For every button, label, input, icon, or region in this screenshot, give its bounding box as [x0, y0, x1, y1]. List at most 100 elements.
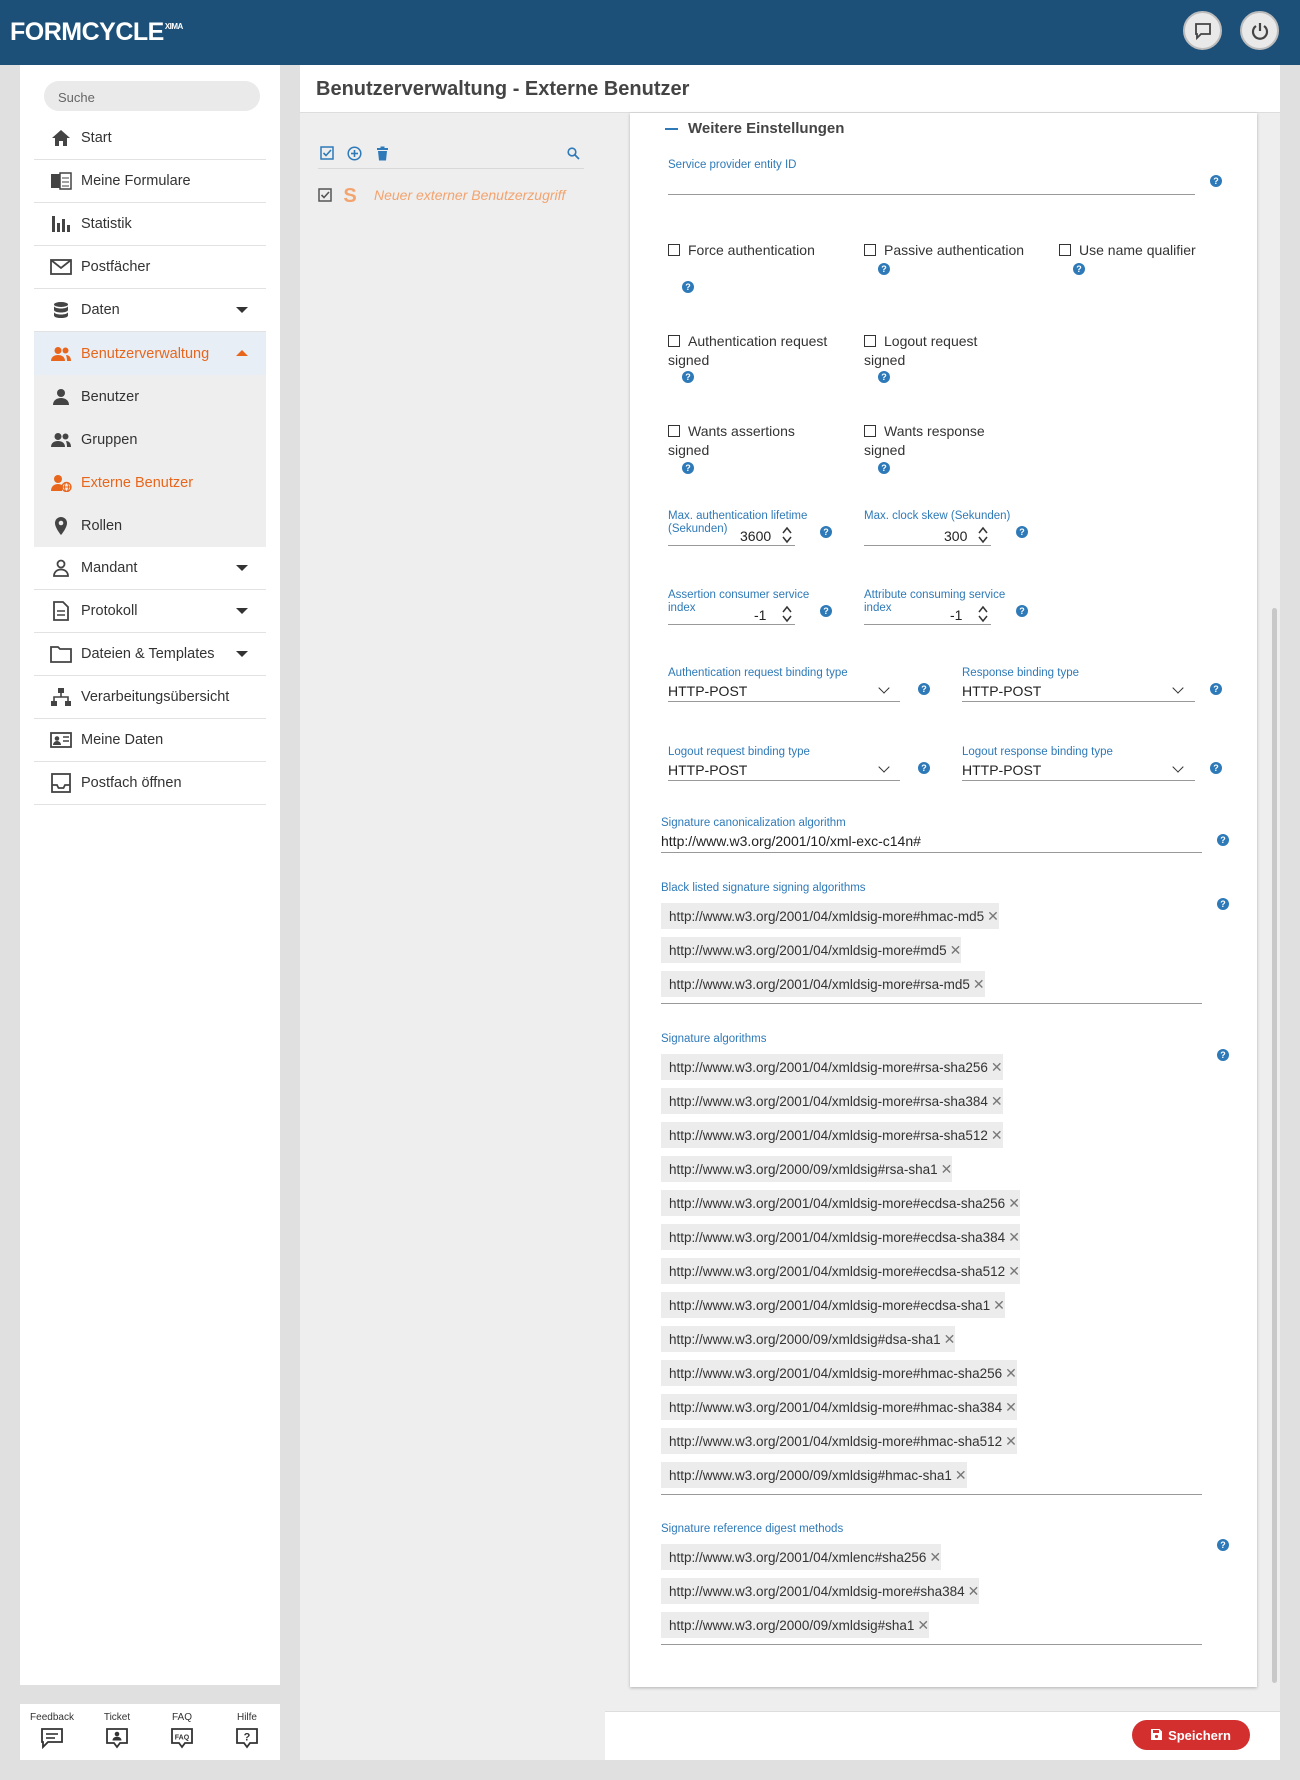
- help-icon[interactable]: ?: [878, 462, 890, 474]
- chevron-down-icon[interactable]: [878, 761, 890, 773]
- search-input[interactable]: Suche: [44, 81, 260, 111]
- sidebar-item-postfach-oeffnen[interactable]: Postfach öffnen: [34, 762, 266, 805]
- chip[interactable]: http://www.w3.org/2000/09/xmldsig#sha1 ✕: [661, 1612, 930, 1638]
- remove-icon[interactable]: ✕: [1008, 1229, 1020, 1246]
- help-icon[interactable]: ?: [1217, 898, 1229, 910]
- sidebar-item-start[interactable]: Start: [34, 117, 266, 160]
- remove-icon[interactable]: ✕: [991, 1093, 1003, 1110]
- use-name-qualifier-checkbox[interactable]: Use name qualifier: [1059, 241, 1239, 260]
- resp-binding-value[interactable]: HTTP-POST: [962, 683, 1041, 699]
- chip[interactable]: http://www.w3.org/2001/04/xmldsig-more#r…: [661, 1088, 1003, 1114]
- help-icon[interactable]: ?: [878, 263, 890, 275]
- help-icon[interactable]: ?: [682, 281, 694, 293]
- sidebar-item-daten[interactable]: Daten: [34, 289, 266, 332]
- sp-entity-id-input[interactable]: [668, 194, 1195, 195]
- attr-index-input[interactable]: [864, 624, 991, 625]
- auth-request-signed-checkbox[interactable]: Authentication request signed: [668, 332, 843, 370]
- chip[interactable]: http://www.w3.org/2001/04/xmldsig-more#m…: [661, 937, 962, 963]
- chat-button[interactable]: [1183, 11, 1222, 50]
- chip[interactable]: http://www.w3.org/2001/04/xmldsig-more#r…: [661, 971, 985, 997]
- help-icon[interactable]: ?: [682, 371, 694, 383]
- checkbox-checked-icon[interactable]: [318, 188, 332, 202]
- select-all-icon[interactable]: [320, 146, 334, 160]
- chevron-down-icon[interactable]: [1172, 682, 1184, 694]
- help-icon[interactable]: ?: [918, 762, 930, 774]
- faq-button[interactable]: FAQ FAQ: [157, 1712, 207, 1752]
- help-icon[interactable]: ?: [1210, 175, 1222, 187]
- chip[interactable]: http://www.w3.org/2001/04/xmldsig-more#h…: [661, 1360, 1017, 1386]
- sig-canon-input[interactable]: [661, 852, 1202, 853]
- wants-assertions-signed-checkbox[interactable]: Wants assertions signed: [668, 422, 818, 460]
- max-auth-lifetime-input[interactable]: [668, 545, 795, 546]
- save-button[interactable]: Speichern: [1132, 1720, 1250, 1750]
- help-icon[interactable]: ?: [1210, 683, 1222, 695]
- sidebar-item-verarbeitungsuebersicht[interactable]: Verarbeitungsübersicht: [34, 676, 266, 719]
- sig-canon-value[interactable]: http://www.w3.org/2001/10/xml-exc-c14n#: [661, 833, 921, 849]
- remove-icon[interactable]: ✕: [973, 976, 985, 993]
- chip[interactable]: http://www.w3.org/2001/04/xmldsig-more#r…: [661, 1122, 1003, 1148]
- spinner-icon[interactable]: [978, 526, 988, 544]
- chip[interactable]: http://www.w3.org/2001/04/xmldsig-more#h…: [661, 1394, 1017, 1420]
- blacklisted-input[interactable]: [661, 1003, 1202, 1004]
- spinner-icon[interactable]: [782, 605, 792, 623]
- remove-icon[interactable]: ✕: [917, 1617, 929, 1634]
- remove-icon[interactable]: ✕: [991, 1059, 1003, 1076]
- remove-icon[interactable]: ✕: [941, 1161, 953, 1178]
- chip[interactable]: http://www.w3.org/2001/04/xmlenc#sha256 ✕: [661, 1544, 942, 1570]
- help-icon[interactable]: ?: [820, 605, 832, 617]
- sidebar-item-rollen[interactable]: Rollen: [34, 504, 266, 547]
- force-auth-checkbox[interactable]: Force authentication: [668, 241, 828, 260]
- sidebar-item-benutzer[interactable]: Benutzer: [34, 375, 266, 418]
- help-icon[interactable]: ?: [1210, 762, 1222, 774]
- help-icon[interactable]: ?: [1217, 834, 1229, 846]
- help-button[interactable]: Hilfe ?: [222, 1712, 272, 1752]
- chip[interactable]: http://www.w3.org/2000/09/xmldsig#rsa-sh…: [661, 1156, 953, 1182]
- sidebar-item-gruppen[interactable]: Gruppen: [34, 418, 266, 461]
- remove-icon[interactable]: ✕: [1008, 1195, 1020, 1212]
- resp-binding-select[interactable]: [962, 701, 1195, 702]
- logout-req-binding-value[interactable]: HTTP-POST: [668, 762, 747, 778]
- remove-icon[interactable]: ✕: [991, 1127, 1003, 1144]
- chevron-down-icon[interactable]: [878, 682, 890, 694]
- remove-icon[interactable]: ✕: [1005, 1365, 1017, 1382]
- remove-icon[interactable]: ✕: [1005, 1433, 1017, 1450]
- app-logo[interactable]: FORMCYCLEXIMA: [10, 18, 183, 47]
- auth-binding-value[interactable]: HTTP-POST: [668, 683, 747, 699]
- remove-icon[interactable]: ✕: [944, 1331, 956, 1348]
- help-icon[interactable]: ?: [682, 462, 694, 474]
- spinner-icon[interactable]: [782, 526, 792, 544]
- sidebar-item-meine-daten[interactable]: Meine Daten: [34, 719, 266, 762]
- max-clock-skew-value[interactable]: 300: [944, 528, 967, 544]
- search-icon[interactable]: [567, 147, 580, 160]
- help-icon[interactable]: ?: [878, 371, 890, 383]
- chip[interactable]: http://www.w3.org/2001/04/xmldsig-more#e…: [661, 1224, 1020, 1250]
- sidebar-item-mandant[interactable]: Mandant: [34, 547, 266, 590]
- sidebar-item-postfaecher[interactable]: Postfächer: [34, 246, 266, 289]
- scrollbar[interactable]: [1272, 608, 1277, 1683]
- ticket-button[interactable]: Ticket: [92, 1712, 142, 1752]
- help-icon[interactable]: ?: [1016, 526, 1028, 538]
- help-icon[interactable]: ?: [820, 526, 832, 538]
- attr-index-value[interactable]: -1: [950, 607, 962, 623]
- remove-icon[interactable]: ✕: [1005, 1399, 1017, 1416]
- remove-icon[interactable]: ✕: [968, 1583, 980, 1600]
- logout-resp-binding-value[interactable]: HTTP-POST: [962, 762, 1041, 778]
- remove-icon[interactable]: ✕: [955, 1467, 967, 1484]
- remove-icon[interactable]: ✕: [929, 1549, 941, 1566]
- sidebar-item-dateien-templates[interactable]: Dateien & Templates: [34, 633, 266, 676]
- digest-input[interactable]: [661, 1644, 1202, 1645]
- trash-icon[interactable]: [376, 146, 389, 161]
- sidebar-item-externe-benutzer[interactable]: Externe Benutzer: [34, 461, 266, 504]
- auth-binding-select[interactable]: [668, 701, 900, 702]
- sig-algs-input[interactable]: [661, 1494, 1202, 1495]
- logout-request-signed-checkbox[interactable]: Logout request signed: [864, 332, 1004, 370]
- remove-icon[interactable]: ✕: [1008, 1263, 1020, 1280]
- remove-icon[interactable]: ✕: [950, 942, 962, 959]
- remove-icon[interactable]: ✕: [993, 1297, 1005, 1314]
- feedback-button[interactable]: Feedback: [27, 1712, 77, 1752]
- remove-icon[interactable]: ✕: [987, 908, 999, 925]
- help-icon[interactable]: ?: [1073, 263, 1085, 275]
- sidebar-item-meine-formulare[interactable]: Meine Formulare: [34, 160, 266, 203]
- help-icon[interactable]: ?: [1016, 605, 1028, 617]
- max-auth-lifetime-value[interactable]: 3600: [740, 528, 771, 544]
